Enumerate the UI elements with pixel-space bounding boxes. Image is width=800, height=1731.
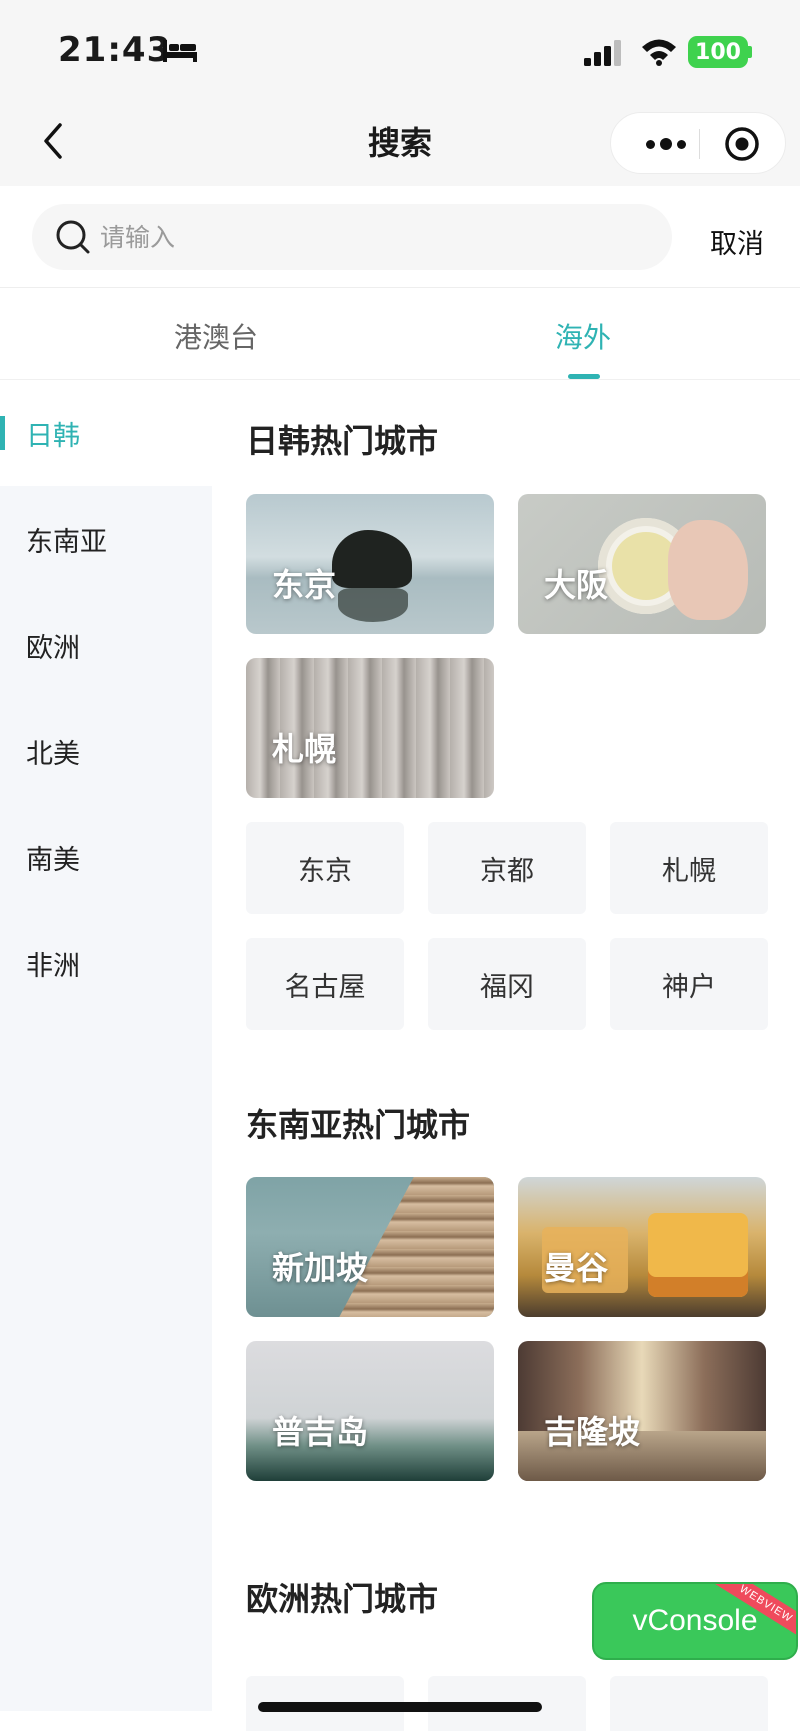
battery-indicator: 100 [688,36,748,68]
city-card-phuket[interactable]: 普吉岛 [246,1341,494,1481]
search-input[interactable] [100,204,640,270]
more-dot-icon [677,139,686,149]
city-chip-sapporo[interactable]: 札幌 [610,822,768,914]
city-chip[interactable] [610,1676,768,1731]
city-chip-tokyo[interactable]: 东京 [246,822,404,914]
vconsole-label: vConsole [632,1604,758,1637]
city-card-kuala-lumpur[interactable]: 吉隆坡 [518,1341,766,1481]
sidebar-item-label: 欧洲 [26,632,80,664]
sidebar-item-south-america[interactable]: 南美 [0,804,212,910]
tab-hk-macao-taiwan[interactable]: 港澳台 [174,316,258,356]
search-bar: 取消 [0,186,800,288]
city-chip-fukuoka[interactable]: 福冈 [428,938,586,1030]
capsule-divider [699,129,700,159]
status-bar: 21:43 100 [0,0,800,96]
more-dot-icon [646,139,655,149]
city-card-label: 吉隆坡 [544,1413,641,1451]
tab-overseas[interactable]: 海外 [555,316,611,356]
active-tab-indicator [568,374,600,379]
more-button[interactable] [631,113,701,175]
sidebar-item-label: 日韩 [26,420,80,452]
city-card-osaka[interactable]: 大阪 [518,494,766,634]
city-card-label: 新加坡 [272,1249,369,1287]
card-image-detail [668,520,748,620]
card-image-reflection [338,588,408,622]
city-card-label: 大阪 [544,566,609,604]
city-chip-kyoto[interactable]: 京都 [428,822,586,914]
city-card-label: 普吉岛 [272,1413,369,1451]
sidebar-item-southeast-asia[interactable]: 东南亚 [0,486,212,592]
home-indicator[interactable] [258,1702,542,1712]
sidebar-item-label: 非洲 [26,950,80,982]
section-title-japan-korea: 日韩热门城市 [246,422,439,460]
city-card-bangkok[interactable]: 曼谷 [518,1177,766,1317]
city-card-label: 东京 [272,566,337,604]
wifi-icon [642,39,676,66]
cellular-signal-icon [584,40,621,66]
sidebar-item-europe[interactable]: 欧洲 [0,592,212,698]
city-list: 日韩热门城市 东京 大阪 札幌 东京 京都 札幌 名古屋 福冈 神户 东南亚热门… [212,380,800,1731]
region-tabs: 港澳台 海外 [0,288,800,380]
city-card-tokyo[interactable]: 东京 [246,494,494,634]
city-card-sapporo[interactable]: 札幌 [246,658,494,798]
nav-bar: 搜索 [0,96,800,186]
city-card-label: 札幌 [272,730,337,768]
sidebar-item-label: 南美 [26,844,80,876]
city-chip-kobe[interactable]: 神户 [610,938,768,1030]
sidebar-active-indicator [0,416,5,450]
sleep-focus-icon [163,40,197,62]
region-sidebar: 日韩 东南亚 欧洲 北美 南美 非洲 [0,380,212,1711]
sidebar-item-africa[interactable]: 非洲 [0,910,212,1016]
status-time: 21:43 [58,30,172,70]
search-icon [56,220,90,254]
section-title-europe: 欧洲热门城市 [246,1580,439,1618]
city-card-singapore[interactable]: 新加坡 [246,1177,494,1317]
card-image [332,530,412,588]
section-title-southeast-asia: 东南亚热门城市 [246,1106,471,1144]
city-chip-nagoya[interactable]: 名古屋 [246,938,404,1030]
battery-tip [748,46,752,58]
sidebar-item-japan-korea[interactable]: 日韩 [0,380,212,486]
miniprogram-capsule [610,112,786,174]
city-card-label: 曼谷 [544,1249,609,1287]
more-dot-icon [660,138,672,150]
close-miniprogram-icon[interactable] [723,125,761,163]
card-image [648,1213,748,1297]
sidebar-item-label: 东南亚 [26,526,107,558]
sidebar-item-north-america[interactable]: 北美 [0,698,212,804]
cancel-button[interactable]: 取消 [710,222,764,261]
sidebar-item-label: 北美 [26,738,80,770]
vconsole-button[interactable]: vConsole WEBVIEW [592,1582,798,1660]
search-box[interactable] [32,204,672,270]
